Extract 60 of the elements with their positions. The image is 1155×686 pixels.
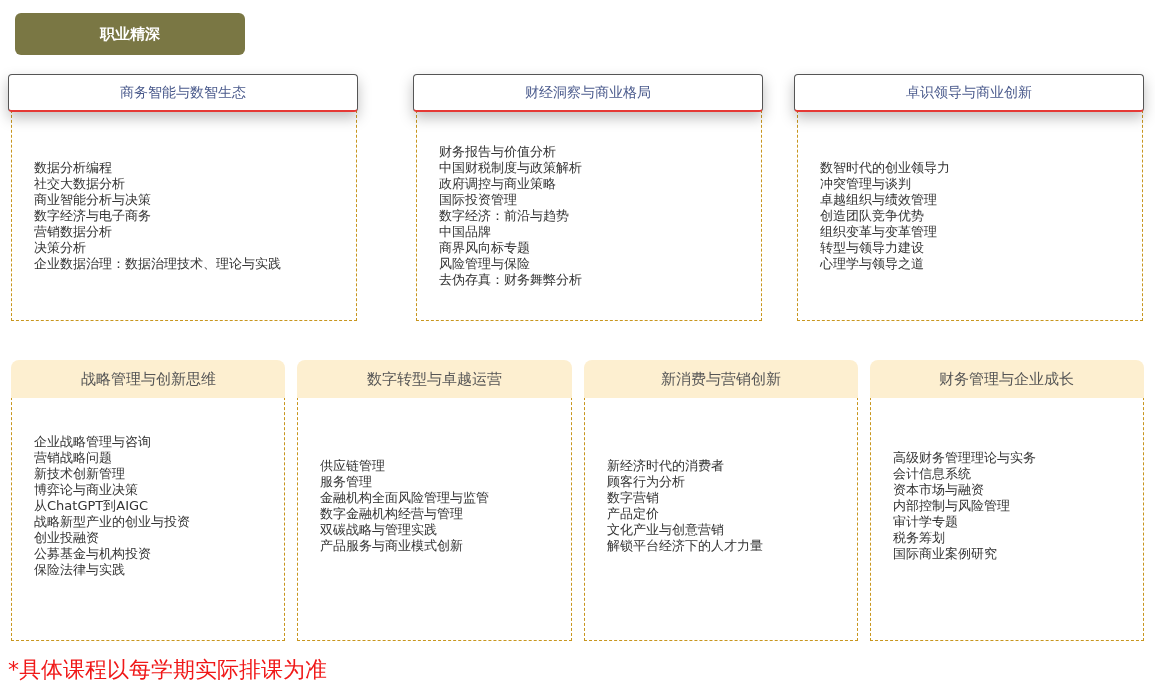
course-item: 去伪存真：财务舞弊分析 xyxy=(438,271,583,288)
section-title: 职业精深 xyxy=(15,13,245,55)
course-item: 数智时代的创业领导力 xyxy=(820,159,951,176)
course-item: 战略新型产业的创业与投资 xyxy=(34,514,191,530)
course-item: 转型与领导力建设 xyxy=(820,239,925,256)
course-item: 高级财务管理理论与实务 xyxy=(892,450,1037,466)
course-item: 创造团队竞争优势 xyxy=(820,207,925,224)
course-item: 国际投资管理 xyxy=(438,191,518,208)
course-item: 保险法律与实践 xyxy=(34,562,126,578)
course-item: 中国品牌 xyxy=(438,223,492,240)
course-item: 产品服务与商业模式创新 xyxy=(320,538,465,554)
course-item: 营销战略问题 xyxy=(34,450,113,466)
course-item: 数字经济：前沿与趋势 xyxy=(438,207,570,224)
card-header: 新消费与营销创新 xyxy=(583,360,858,398)
card-header: 财经洞察与商业格局 xyxy=(412,74,763,112)
course-item: 决策分析 xyxy=(34,239,87,256)
course-item: 资本市场与融资 xyxy=(892,482,985,498)
course-item: 金融机构全面风险管理与监管 xyxy=(320,490,491,506)
card-header: 财务管理与企业成长 xyxy=(869,360,1144,398)
card-header: 商务智能与数智生态 xyxy=(8,74,358,112)
course-item: 顾客行为分析 xyxy=(606,474,686,490)
course-item: 风险管理与保险 xyxy=(438,255,531,272)
course-item: 公募基金与机构投资 xyxy=(34,546,152,562)
course-item: 新技术创新管理 xyxy=(34,466,126,482)
course-item: 心理学与领导之道 xyxy=(820,255,925,272)
course-item: 审计学专题 xyxy=(892,514,959,530)
course-item: 创业投融资 xyxy=(34,530,100,546)
course-item: 数字金融机构经营与管理 xyxy=(320,506,465,522)
course-item: 服务管理 xyxy=(320,474,374,490)
course-item: 数字经济与电子商务 xyxy=(34,207,152,224)
course-item: 冲突管理与谈判 xyxy=(820,175,912,192)
course-item: 国际商业案例研究 xyxy=(892,546,998,562)
course-item: 数据分析编程 xyxy=(34,159,113,176)
course-item: 数字营销 xyxy=(606,490,660,506)
course-item: 政府调控与商业策略 xyxy=(438,175,557,192)
course-item: 文化产业与创意营销 xyxy=(606,522,725,538)
course-item: 会计信息系统 xyxy=(892,466,972,482)
footnote: *具体课程以每学期实际排课为准 xyxy=(8,656,327,684)
course-item: 社交大数据分析 xyxy=(34,175,126,192)
course-item: 供应链管理 xyxy=(320,458,387,474)
course-item: 财务报告与价值分析 xyxy=(438,143,557,160)
course-item: 博弈论与商业决策 xyxy=(34,482,139,498)
course-item: 企业战略管理与咨询 xyxy=(34,434,152,450)
card-header: 数字转型与卓越运营 xyxy=(297,360,572,398)
card-header: 战略管理与创新思维 xyxy=(11,360,286,398)
course-item: 双碳战略与管理实践 xyxy=(320,522,439,538)
course-item: 新经济时代的消费者 xyxy=(606,458,725,474)
course-item: 企业数据治理：数据治理技术、理论与实践 xyxy=(34,255,282,272)
course-item: 中国财税制度与政策解析 xyxy=(438,159,583,176)
course-item: 营销数据分析 xyxy=(34,223,113,240)
course-item: 卓越组织与绩效管理 xyxy=(820,191,938,208)
course-item: 解锁平台经济下的人才力量 xyxy=(606,538,764,554)
course-item: 从ChatGPT到AIGC xyxy=(34,498,150,514)
course-item: 商业智能分析与决策 xyxy=(34,191,152,208)
course-item: 税务筹划 xyxy=(892,530,946,546)
course-item: 商界风向标专题 xyxy=(438,239,531,256)
course-item: 内部控制与风险管理 xyxy=(892,498,1011,514)
course-item: 产品定价 xyxy=(606,506,660,522)
card-header: 卓识领导与商业创新 xyxy=(794,74,1144,112)
course-item: 组织变革与变革管理 xyxy=(820,223,938,240)
